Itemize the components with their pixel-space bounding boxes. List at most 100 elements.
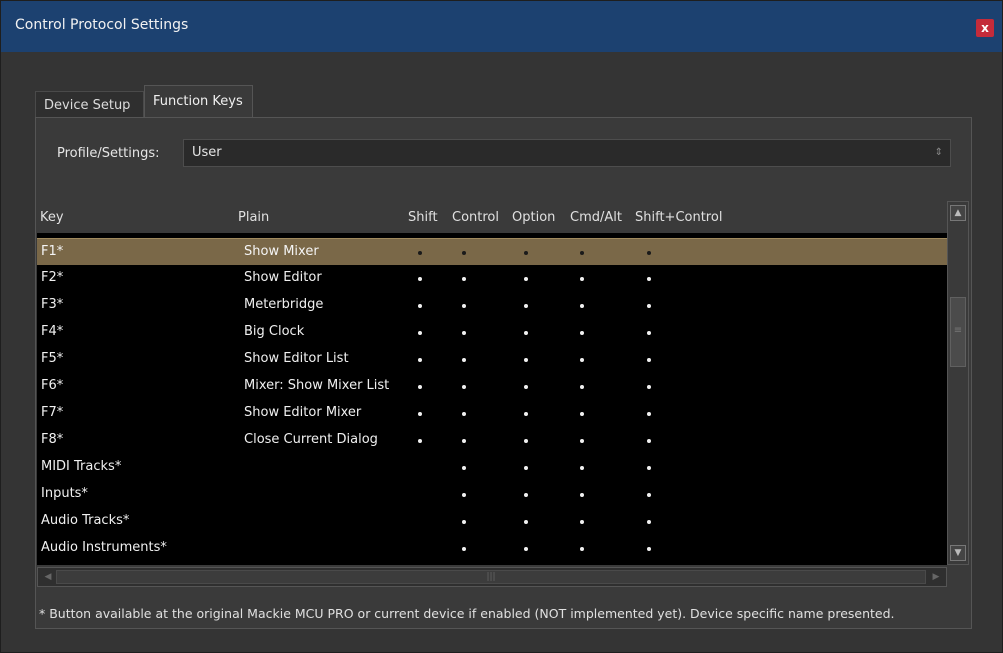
function-keys-table[interactable]: F1* Show Mixer F2* Show Editor F3* Meterbridg… [37, 233, 947, 565]
table-row[interactable]: MIDI Tracks* [37, 454, 947, 481]
assigned-dot-icon [462, 493, 466, 497]
assigned-dot-icon [647, 439, 651, 443]
profile-settings-select[interactable]: User ⇕ [183, 139, 951, 167]
assigned-dot-icon [524, 493, 528, 497]
assigned-dot-icon [418, 412, 422, 416]
assigned-dot-icon [524, 520, 528, 524]
cell-plain: Show Mixer [244, 244, 319, 259]
assigned-dot-icon [418, 331, 422, 335]
table-row[interactable]: F6* Mixer: Show Mixer List [37, 373, 947, 400]
cell-key: F1* [41, 244, 64, 259]
scroll-left-icon[interactable]: ◀ [40, 569, 56, 585]
cell-key: Audio Tracks* [41, 513, 130, 528]
cell-plain: Show Editor [244, 270, 322, 285]
table-row[interactable]: Audio Tracks* [37, 508, 947, 535]
assigned-dot-icon [580, 439, 584, 443]
assigned-dot-icon [647, 493, 651, 497]
cell-key: Inputs* [41, 486, 88, 501]
vertical-scrollbar[interactable]: ▲ ≡ ▼ [947, 201, 969, 565]
column-header-shift-control[interactable]: Shift+Control [635, 210, 722, 225]
cell-key: MIDI Tracks* [41, 459, 122, 474]
table-row[interactable]: F4* Big Clock [37, 319, 947, 346]
assigned-dot-icon [524, 251, 528, 255]
assigned-dot-icon [462, 304, 466, 308]
assigned-dot-icon [647, 277, 651, 281]
scroll-down-icon[interactable]: ▼ [950, 545, 966, 561]
title-bar[interactable]: Control Protocol Settings x [1, 1, 1002, 52]
horizontal-scroll-thumb[interactable]: ||| [56, 570, 926, 584]
footnote-text: * Button available at the original Macki… [39, 606, 895, 621]
horizontal-scrollbar[interactable]: ◀ ||| ▶ [37, 567, 947, 587]
assigned-dot-icon [580, 412, 584, 416]
cell-key: F2* [41, 270, 64, 285]
assigned-dot-icon [580, 466, 584, 470]
assigned-dot-icon [462, 277, 466, 281]
assigned-dot-icon [462, 466, 466, 470]
cell-plain: Show Editor Mixer [244, 405, 362, 420]
assigned-dot-icon [418, 358, 422, 362]
column-header-control[interactable]: Control [452, 210, 499, 225]
assigned-dot-icon [647, 358, 651, 362]
cell-plain: Big Clock [244, 324, 305, 339]
assigned-dot-icon [580, 493, 584, 497]
scroll-up-icon[interactable]: ▲ [950, 205, 966, 221]
assigned-dot-icon [524, 385, 528, 389]
assigned-dot-icon [418, 251, 422, 255]
assigned-dot-icon [462, 385, 466, 389]
table-row[interactable]: F5* Show Editor List [37, 346, 947, 373]
column-header-key[interactable]: Key [40, 210, 64, 225]
table-row[interactable]: F2* Show Editor [37, 265, 947, 292]
assigned-dot-icon [580, 547, 584, 551]
table-row[interactable]: F1* Show Mixer [37, 238, 947, 265]
table-row[interactable]: F3* Meterbridge [37, 292, 947, 319]
assigned-dot-icon [462, 439, 466, 443]
close-button[interactable]: x [976, 19, 994, 37]
assigned-dot-icon [524, 439, 528, 443]
assigned-dot-icon [524, 304, 528, 308]
assigned-dot-icon [418, 385, 422, 389]
assigned-dot-icon [462, 520, 466, 524]
assigned-dot-icon [647, 466, 651, 470]
vertical-scroll-thumb[interactable]: ≡ [950, 297, 966, 367]
assigned-dot-icon [462, 358, 466, 362]
cell-plain: Mixer: Show Mixer List [244, 378, 390, 393]
cell-key: F8* [41, 432, 64, 447]
profile-settings-label: Profile/Settings: [57, 146, 160, 161]
profile-settings-value: User [192, 145, 222, 160]
updown-arrow-icon: ⇕ [934, 147, 943, 158]
table-header: Key Plain Shift Control Option Cmd/Alt S… [37, 201, 947, 233]
assigned-dot-icon [647, 385, 651, 389]
assigned-dot-icon [418, 304, 422, 308]
column-header-plain[interactable]: Plain [238, 210, 269, 225]
tab-function-keys[interactable]: Function Keys [144, 85, 253, 118]
tab-device-setup[interactable]: Device Setup [35, 91, 144, 118]
assigned-dot-icon [524, 358, 528, 362]
cell-plain: Show Editor List [244, 351, 349, 366]
dialog-window: Control Protocol Settings x Device Setup… [0, 0, 1003, 653]
assigned-dot-icon [462, 331, 466, 335]
table-row[interactable]: Audio Instruments* [37, 535, 947, 562]
table-row[interactable]: Inputs* [37, 481, 947, 508]
cell-key: F4* [41, 324, 64, 339]
cell-key: F7* [41, 405, 64, 420]
column-header-option[interactable]: Option [512, 210, 555, 225]
assigned-dot-icon [647, 251, 651, 255]
cell-key: F3* [41, 297, 64, 312]
assigned-dot-icon [580, 385, 584, 389]
assigned-dot-icon [580, 304, 584, 308]
table-row[interactable]: F7* Show Editor Mixer [37, 400, 947, 427]
assigned-dot-icon [462, 412, 466, 416]
scroll-right-icon[interactable]: ▶ [928, 569, 944, 585]
assigned-dot-icon [647, 331, 651, 335]
assigned-dot-icon [580, 520, 584, 524]
column-header-cmd-alt[interactable]: Cmd/Alt [570, 210, 622, 225]
assigned-dot-icon [524, 331, 528, 335]
table-row[interactable]: F8* Close Current Dialog [37, 427, 947, 454]
column-header-shift[interactable]: Shift [408, 210, 438, 225]
assigned-dot-icon [524, 547, 528, 551]
assigned-dot-icon [418, 439, 422, 443]
cell-plain: Meterbridge [244, 297, 324, 312]
assigned-dot-icon [462, 547, 466, 551]
assigned-dot-icon [647, 304, 651, 308]
assigned-dot-icon [524, 466, 528, 470]
